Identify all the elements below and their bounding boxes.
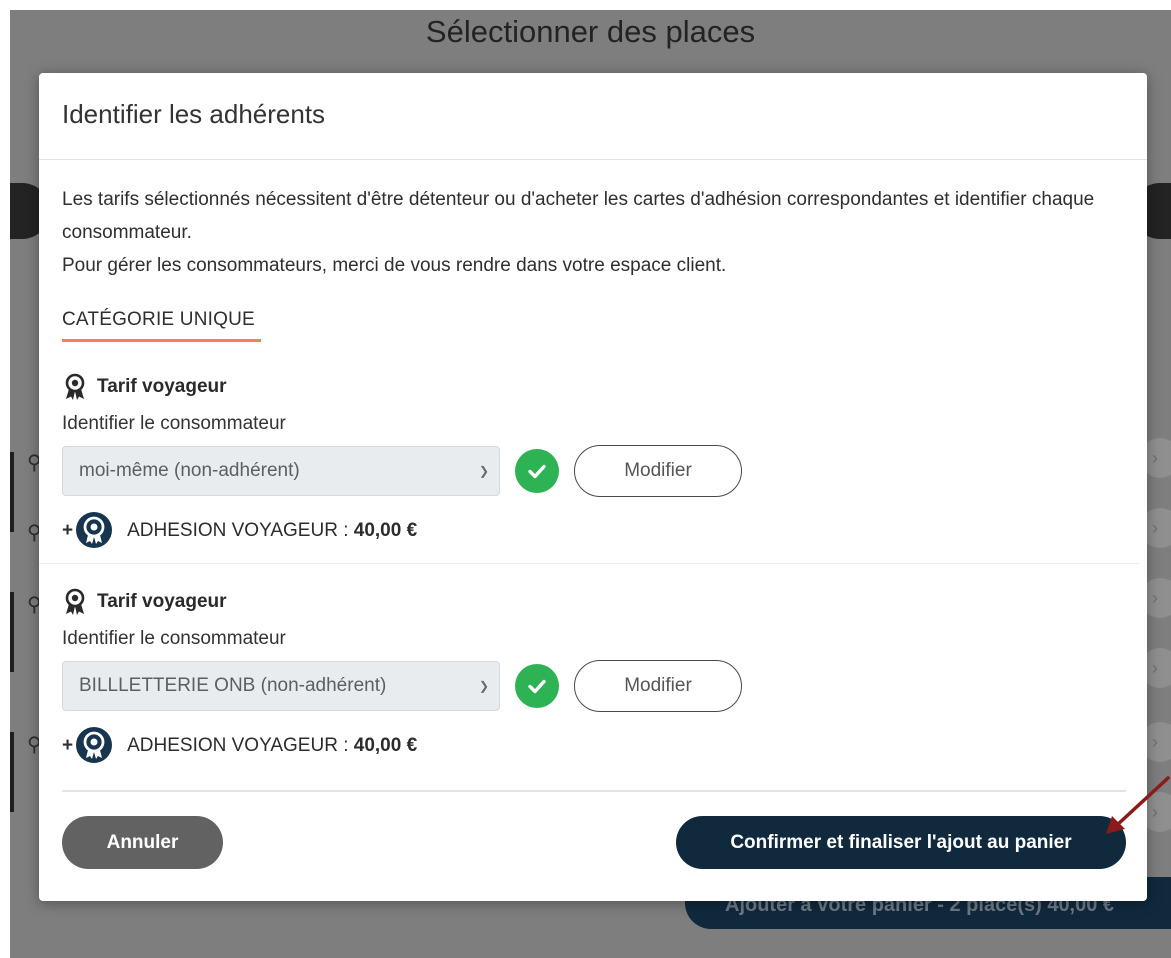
adhesion-price: 40,00 € (353, 735, 418, 756)
identify-members-dialog: Identifier les adhérents Les tarifs séle… (39, 73, 1147, 901)
membership-card-icon (75, 726, 113, 766)
dialog-title: Identifier les adhérents (62, 99, 326, 129)
award-icon (62, 588, 88, 616)
check-icon (515, 664, 559, 708)
intro-text: Les tarifs sélectionnés nécessitent d'êt… (62, 189, 1095, 243)
background-row-marker (10, 732, 14, 812)
identify-consumer-label: Identifier le consommateur (62, 628, 286, 649)
annotation-arrow-icon (1106, 776, 1170, 834)
tarif-title: Tarif voyageur (97, 376, 227, 397)
consumer-select-value: BILLLETTERIE ONB (non-adhérent) (79, 675, 387, 696)
award-icon (62, 373, 88, 401)
adhesion-price: 40,00 € (353, 520, 418, 541)
identify-consumer-label: Identifier le consommateur (62, 413, 286, 434)
confirm-add-to-cart-button[interactable]: Confirmer et finaliser l'ajout au panier (676, 816, 1126, 869)
adhesion-label: ADHESION VOYAGEUR : (127, 735, 354, 756)
tarif-heading: Tarif voyageur (62, 588, 227, 616)
dialog-intro: Les tarifs sélectionnés nécessitent d'êt… (62, 183, 1112, 282)
tab-category-unique[interactable]: CATÉGORIE UNIQUE (62, 309, 255, 331)
adhesion-label: ADHESION VOYAGEUR : (127, 520, 354, 541)
membership-card-icon (75, 511, 113, 551)
adhesion-line: + ADHESION VOYAGEUR : 40,00 € (62, 726, 417, 766)
dialog-header: Identifier les adhérents (39, 73, 1147, 160)
tarif-heading: Tarif voyageur (62, 373, 227, 401)
intro-text: Pour gérer les consommateurs, merci de v… (62, 255, 727, 276)
consumer-select[interactable]: BILLLETTERIE ONB (non-adhérent) ❯ (62, 661, 500, 711)
cancel-button[interactable]: Annuler (62, 816, 223, 869)
adhesion-text: ADHESION VOYAGEUR : 40,00 € (127, 735, 417, 757)
chevron-down-icon: ❯ (478, 464, 489, 478)
consumer-select[interactable]: moi-même (non-adhérent) ❯ (62, 446, 500, 496)
check-icon (515, 449, 559, 493)
plus-sign: + (62, 520, 74, 541)
plus-sign: + (62, 735, 74, 756)
background-row-marker (10, 592, 14, 672)
consumer-select-value: moi-même (non-adhérent) (79, 460, 300, 481)
active-tab-indicator (62, 339, 261, 342)
page-title: Sélectionner des places (425, 14, 756, 49)
adhesion-line: + ADHESION VOYAGEUR : 40,00 € (62, 511, 417, 551)
modify-button[interactable]: Modifier (574, 660, 742, 712)
background-row-marker (10, 452, 14, 532)
footer-divider (62, 790, 1126, 792)
adhesion-text: ADHESION VOYAGEUR : 40,00 € (127, 520, 417, 542)
entry-divider (39, 563, 1139, 564)
chevron-down-icon: ❯ (478, 679, 489, 693)
modify-button[interactable]: Modifier (574, 445, 742, 497)
tarif-title: Tarif voyageur (97, 591, 227, 612)
